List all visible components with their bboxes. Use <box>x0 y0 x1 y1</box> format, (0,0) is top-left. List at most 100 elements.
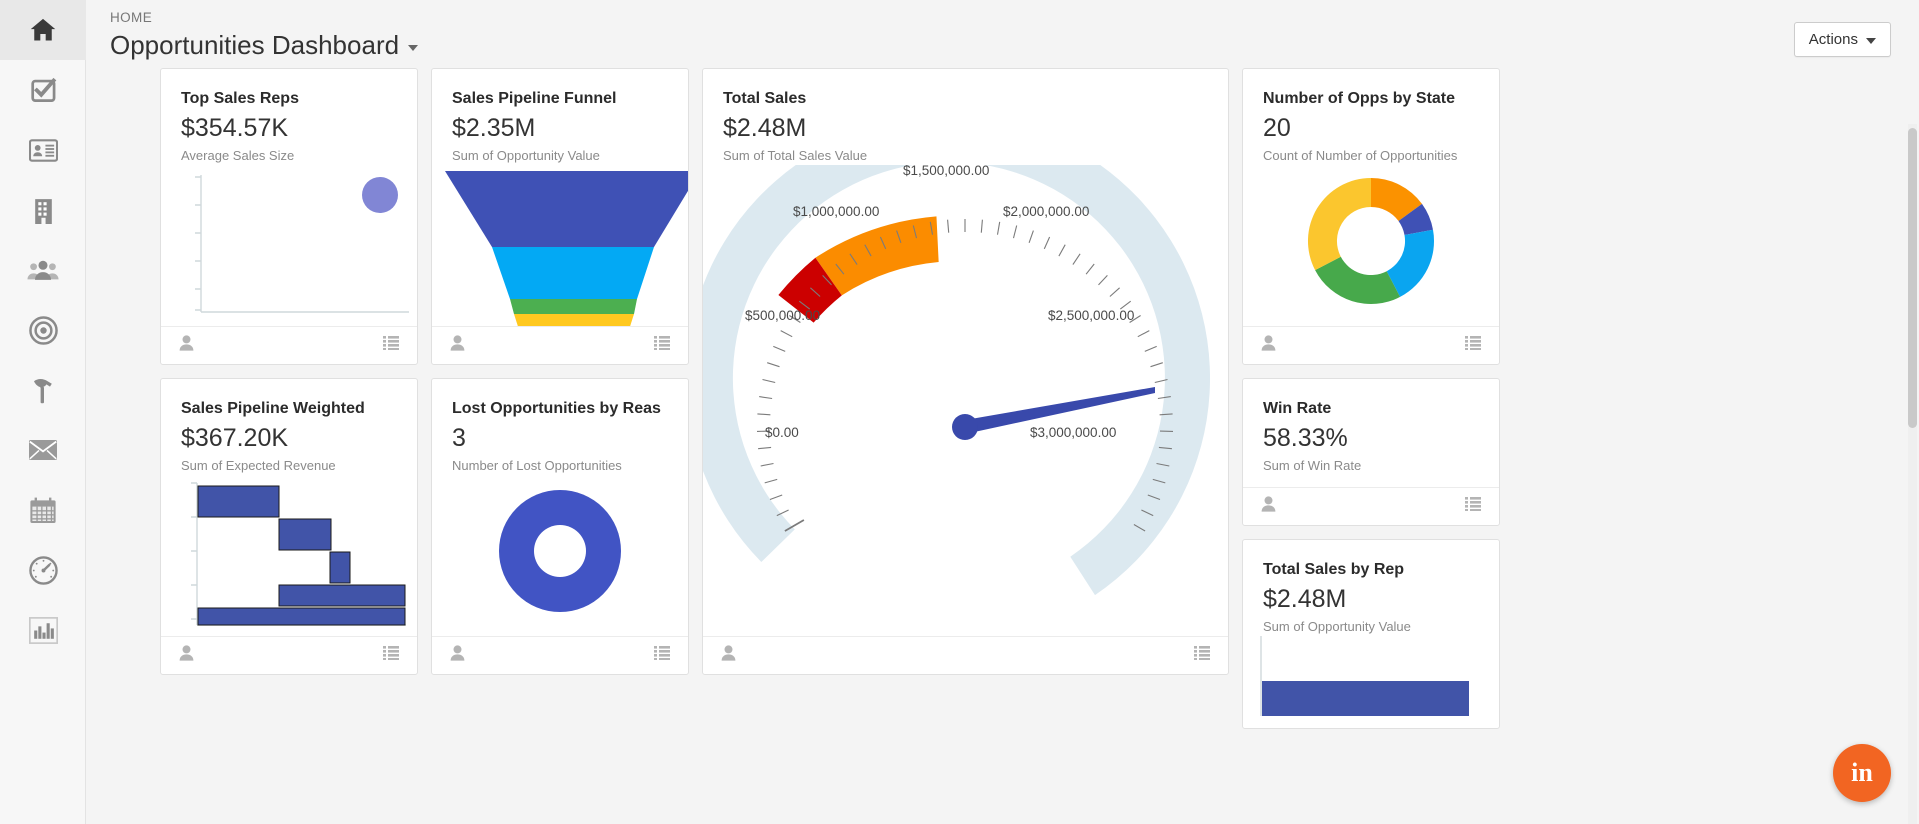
chart-number-of-opps-by-state[interactable] <box>1243 165 1499 332</box>
people-group-icon <box>27 259 59 281</box>
sidebar-item-tools[interactable] <box>0 360 86 420</box>
gauge-icon <box>28 555 58 585</box>
card-total-sales[interactable]: Total Sales $2.48M Sum of Total Sales Va… <box>702 68 1229 675</box>
card-value: $2.48M <box>1263 585 1347 613</box>
person-icon[interactable] <box>179 645 194 666</box>
chart-total-sales-by-rep[interactable] <box>1243 636 1499 721</box>
card-body: Number of Opps by State 20 Count of Numb… <box>1243 69 1499 165</box>
page-title: Opportunities Dashboard <box>110 30 400 60</box>
header-left: HOME Opportunities Dashboard <box>102 8 419 60</box>
list-icon[interactable] <box>383 646 399 665</box>
app-root: HOME Opportunities Dashboard Actions Top… <box>0 0 1919 824</box>
brand-logo[interactable]: in <box>1833 744 1891 802</box>
dashboard-column-1: Top Sales Reps $354.57K Average Sales Si… <box>160 68 418 688</box>
actions-button-label: Actions <box>1808 31 1858 48</box>
person-icon[interactable] <box>179 335 194 356</box>
chart-lost-opportunities[interactable] <box>432 475 688 642</box>
target-icon <box>28 315 58 345</box>
chart-top-sales-reps[interactable] <box>161 165 417 330</box>
sidebar <box>0 0 86 824</box>
card-subtitle: Average Sales Size <box>181 148 295 163</box>
actions-button[interactable]: Actions <box>1793 22 1891 57</box>
gauge-tick-label: $0.00 <box>765 425 799 440</box>
card-body: Sales Pipeline Funnel $2.35M Sum of Oppo… <box>432 69 688 165</box>
card-title: Top Sales Reps <box>181 90 299 107</box>
checkbox-icon <box>30 77 57 104</box>
card-top-sales-reps[interactable]: Top Sales Reps $354.57K Average Sales Si… <box>160 68 418 365</box>
gauge-tick-label: $2,000,000.00 <box>1003 204 1089 219</box>
card-value: 3 <box>452 424 466 452</box>
chart-sales-pipeline-funnel[interactable] <box>432 165 688 336</box>
dashboard-board: Top Sales Reps $354.57K Average Sales Si… <box>86 62 1919 824</box>
person-icon[interactable] <box>721 645 736 666</box>
dashboard-column-2: Sales Pipeline Funnel $2.35M Sum of Oppo… <box>431 68 689 688</box>
page-header: HOME Opportunities Dashboard Actions <box>86 0 1919 62</box>
list-icon[interactable] <box>383 336 399 355</box>
card-value: $354.57K <box>181 114 289 142</box>
scrollbar-thumb[interactable] <box>1908 128 1917 428</box>
list-icon[interactable] <box>654 646 670 665</box>
chart-sales-pipeline-weighted[interactable] <box>161 475 417 642</box>
card-sales-pipeline-weighted[interactable]: Sales Pipeline Weighted $367.20K Sum of … <box>160 378 418 675</box>
card-footer <box>161 636 417 674</box>
person-icon[interactable] <box>1261 496 1276 517</box>
card-footer <box>1243 326 1499 364</box>
sidebar-item-home[interactable] <box>0 0 86 60</box>
card-total-sales-by-rep[interactable]: Total Sales by Rep $2.48M Sum of Opportu… <box>1242 539 1500 729</box>
breadcrumb[interactable]: HOME <box>110 8 418 28</box>
card-footer <box>703 636 1228 674</box>
card-body: Top Sales Reps $354.57K Average Sales Si… <box>161 69 417 165</box>
sidebar-item-targets[interactable] <box>0 300 86 360</box>
hammer-icon <box>31 376 55 404</box>
sidebar-item-tasks[interactable] <box>0 60 86 120</box>
card-subtitle: Sum of Total Sales Value <box>723 148 868 163</box>
gauge-tick-label: $1,500,000.00 <box>903 165 989 178</box>
sidebar-item-performance[interactable] <box>0 540 86 600</box>
contact-card-icon <box>28 138 58 162</box>
sidebar-item-reports[interactable] <box>0 600 86 660</box>
sidebar-item-mail[interactable] <box>0 420 86 480</box>
card-title: Sales Pipeline Funnel <box>452 90 617 107</box>
card-value: $367.20K <box>181 424 289 452</box>
card-body: Win Rate 58.33% Sum of Win Rate <box>1243 379 1499 475</box>
card-footer <box>432 636 688 674</box>
card-win-rate[interactable]: Win Rate 58.33% Sum of Win Rate <box>1242 378 1500 526</box>
home-icon <box>28 16 58 44</box>
calendar-icon <box>29 497 57 524</box>
person-icon[interactable] <box>1261 335 1276 356</box>
card-subtitle: Sum of Expected Revenue <box>181 458 336 473</box>
sidebar-item-accounts[interactable] <box>0 180 86 240</box>
bar-chart-icon <box>28 616 58 644</box>
card-footer <box>432 326 688 364</box>
building-icon <box>31 197 56 224</box>
sidebar-item-contacts[interactable] <box>0 120 86 180</box>
envelope-icon <box>28 439 58 461</box>
card-title: Number of Opps by State <box>1263 90 1456 107</box>
chart-total-sales-gauge[interactable]: $0.00 $500,000.00 $1,000,000.00 $1,500,0… <box>703 116 1228 640</box>
card-body: Sales Pipeline Weighted $367.20K Sum of … <box>161 379 417 475</box>
list-icon[interactable] <box>1194 646 1210 665</box>
list-icon[interactable] <box>1465 336 1481 355</box>
person-icon[interactable] <box>450 335 465 356</box>
card-title: Lost Opportunities by Reas <box>452 400 661 417</box>
card-subtitle: Count of Number of Opportunities <box>1263 148 1458 163</box>
card-value: $2.48M <box>723 114 807 142</box>
card-lost-opportunities[interactable]: Lost Opportunities by Reas 3 Number of L… <box>431 378 689 675</box>
gauge-tick-label: $500,000.00 <box>745 308 820 323</box>
card-number-of-opps-by-state[interactable]: Number of Opps by State 20 Count of Numb… <box>1242 68 1500 365</box>
sidebar-item-leads[interactable] <box>0 240 86 300</box>
card-title: Win Rate <box>1263 400 1332 417</box>
chevron-down-icon[interactable] <box>408 45 419 51</box>
card-subtitle: Sum of Win Rate <box>1263 458 1362 473</box>
card-value: $2.35M <box>452 114 536 142</box>
card-value: 20 <box>1263 114 1291 142</box>
list-icon[interactable] <box>1465 497 1481 516</box>
gauge-tick-label: $1,000,000.00 <box>793 204 879 219</box>
main-area: HOME Opportunities Dashboard Actions Top… <box>86 0 1919 824</box>
person-icon[interactable] <box>450 645 465 666</box>
dashboard-column-3: Total Sales $2.48M Sum of Total Sales Va… <box>702 68 1229 688</box>
dashboard-column-4: Number of Opps by State 20 Count of Numb… <box>1242 68 1500 742</box>
list-icon[interactable] <box>654 336 670 355</box>
sidebar-item-calendar[interactable] <box>0 480 86 540</box>
card-sales-pipeline-funnel[interactable]: Sales Pipeline Funnel $2.35M Sum of Oppo… <box>431 68 689 365</box>
